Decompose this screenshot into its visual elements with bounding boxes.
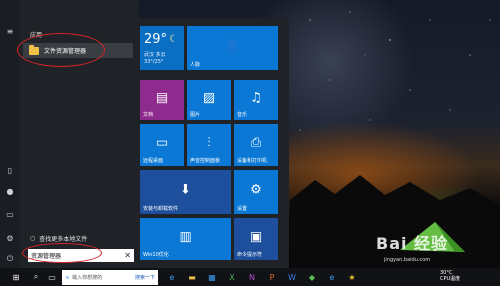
folder-icon[interactable]: ▬ [186,271,198,283]
search-hint-label: 查找更多本地文件 [39,236,88,243]
sliders-icon: ⫶ [207,135,211,151]
tile-music[interactable]: ♫ 音乐 [234,80,278,120]
tile-install-uninstall[interactable]: ⬇ 安装与卸载软件 [140,170,231,214]
edge-icon[interactable]: e [166,271,178,283]
weather-line1: 武汉 多云 [144,52,166,58]
cpu-temp-label: CPU温度 [440,276,461,282]
settings-icon[interactable]: ⚙ [5,233,15,243]
search-more-files[interactable]: ○ 查找更多本地文件 [30,234,87,243]
moon-icon: ☾ [169,34,178,45]
watermark-logo: Bai 经验 [376,234,449,253]
windows-start-icon[interactable]: ⊞ [10,271,22,283]
tile-documents[interactable]: ▤ 文档 [140,80,184,120]
tile-weather[interactable]: 29° ☾ 武汉 多云 33°/25° [140,26,184,70]
tile-label: 声音控制面板 [190,158,221,164]
weather-line2: 33°/25° [144,59,164,65]
terminal-icon: ▣ [249,229,263,245]
close-icon[interactable]: ✕ [124,251,134,260]
tile-label: 安装与卸载软件 [143,206,179,212]
tile-label: 人脉 [190,62,201,68]
annotation-oval [22,243,102,263]
printer-icon: ⎙ [250,135,262,151]
user-icon[interactable]: ● [5,186,15,196]
tile-label: 远程桌面 [143,158,164,164]
excel-icon[interactable]: X [226,271,238,283]
tile-label: 图片 [190,112,201,118]
ie-search-icon: e [66,274,70,281]
hamburger-icon[interactable]: ≡ [5,26,15,36]
person-icon: 👤 [224,38,241,54]
tile-label: 命令提示符 [237,252,263,258]
ie-icon[interactable]: e [326,271,338,283]
cpu-temp-widget: 30°C CPU温度 [440,270,460,282]
start-left-rail: ≡ ▯ ● ▭ ⚙ ⏻ [0,0,20,268]
word-icon[interactable]: W [286,271,298,283]
store-icon[interactable]: ▦ [206,271,218,283]
powerpoint-icon[interactable]: P [266,271,278,283]
power-icon[interactable]: ⏻ [5,254,15,264]
tile-printers[interactable]: ⎙ 设备和打印机 [234,124,278,166]
tile-label: Win10优化 [143,252,169,258]
milky-way [299,11,491,131]
document-icon[interactable]: ▯ [5,165,15,175]
bookmark-icon: ▤ [155,90,169,106]
picture-icon[interactable]: ▭ [5,209,15,219]
weather-temp: 29° [144,32,168,47]
app2-icon[interactable]: ★ [346,271,358,283]
taskbar-search-placeholder: 输入你想搜的 [72,275,103,281]
tile-win10-optimize[interactable]: ▥ Win10优化 [140,218,231,260]
tile-settings[interactable]: ⚙ 设置 [234,170,278,214]
search-icon: ○ [30,235,36,242]
tile-remote-desktop[interactable]: ▭ 远程桌面 [140,124,184,166]
tile-label: 文档 [143,112,154,118]
tile-audio-panel[interactable]: ⫶ 声音控制面板 [187,124,231,166]
app-icon[interactable]: ◆ [306,271,318,283]
headphones-icon: ♫ [250,90,262,106]
books-icon: ▥ [179,229,192,245]
onenote-icon[interactable]: N [246,271,258,283]
search-icon[interactable]: ⌕ [30,271,42,283]
tile-label: 设置 [237,206,248,212]
tile-people[interactable]: 👤 人脉 [187,26,278,70]
tile-label: 设备和打印机 [237,158,268,164]
taskbar-search-button[interactable]: 搜索一下 [135,274,158,281]
watermark-url: jingyan.baidu.com [384,257,431,263]
taskbar-search-input[interactable]: e 输入你想搜的 搜索一下 [62,270,158,285]
tile-label: 音乐 [237,112,248,118]
weather-city: 武汉 多云 33°/25° [144,52,166,66]
download-box-icon: ⬇ [180,182,191,198]
tile-command-prompt[interactable]: ▣ 命令提示符 [234,218,278,260]
monitor-icon: ▭ [155,135,169,151]
tile-pictures[interactable]: ▨ 图片 [187,80,231,120]
task-view-icon[interactable]: ▭ [46,271,58,283]
image-icon: ▨ [202,90,216,106]
annotation-oval [17,33,105,67]
gear-icon: ⚙ [250,182,262,198]
